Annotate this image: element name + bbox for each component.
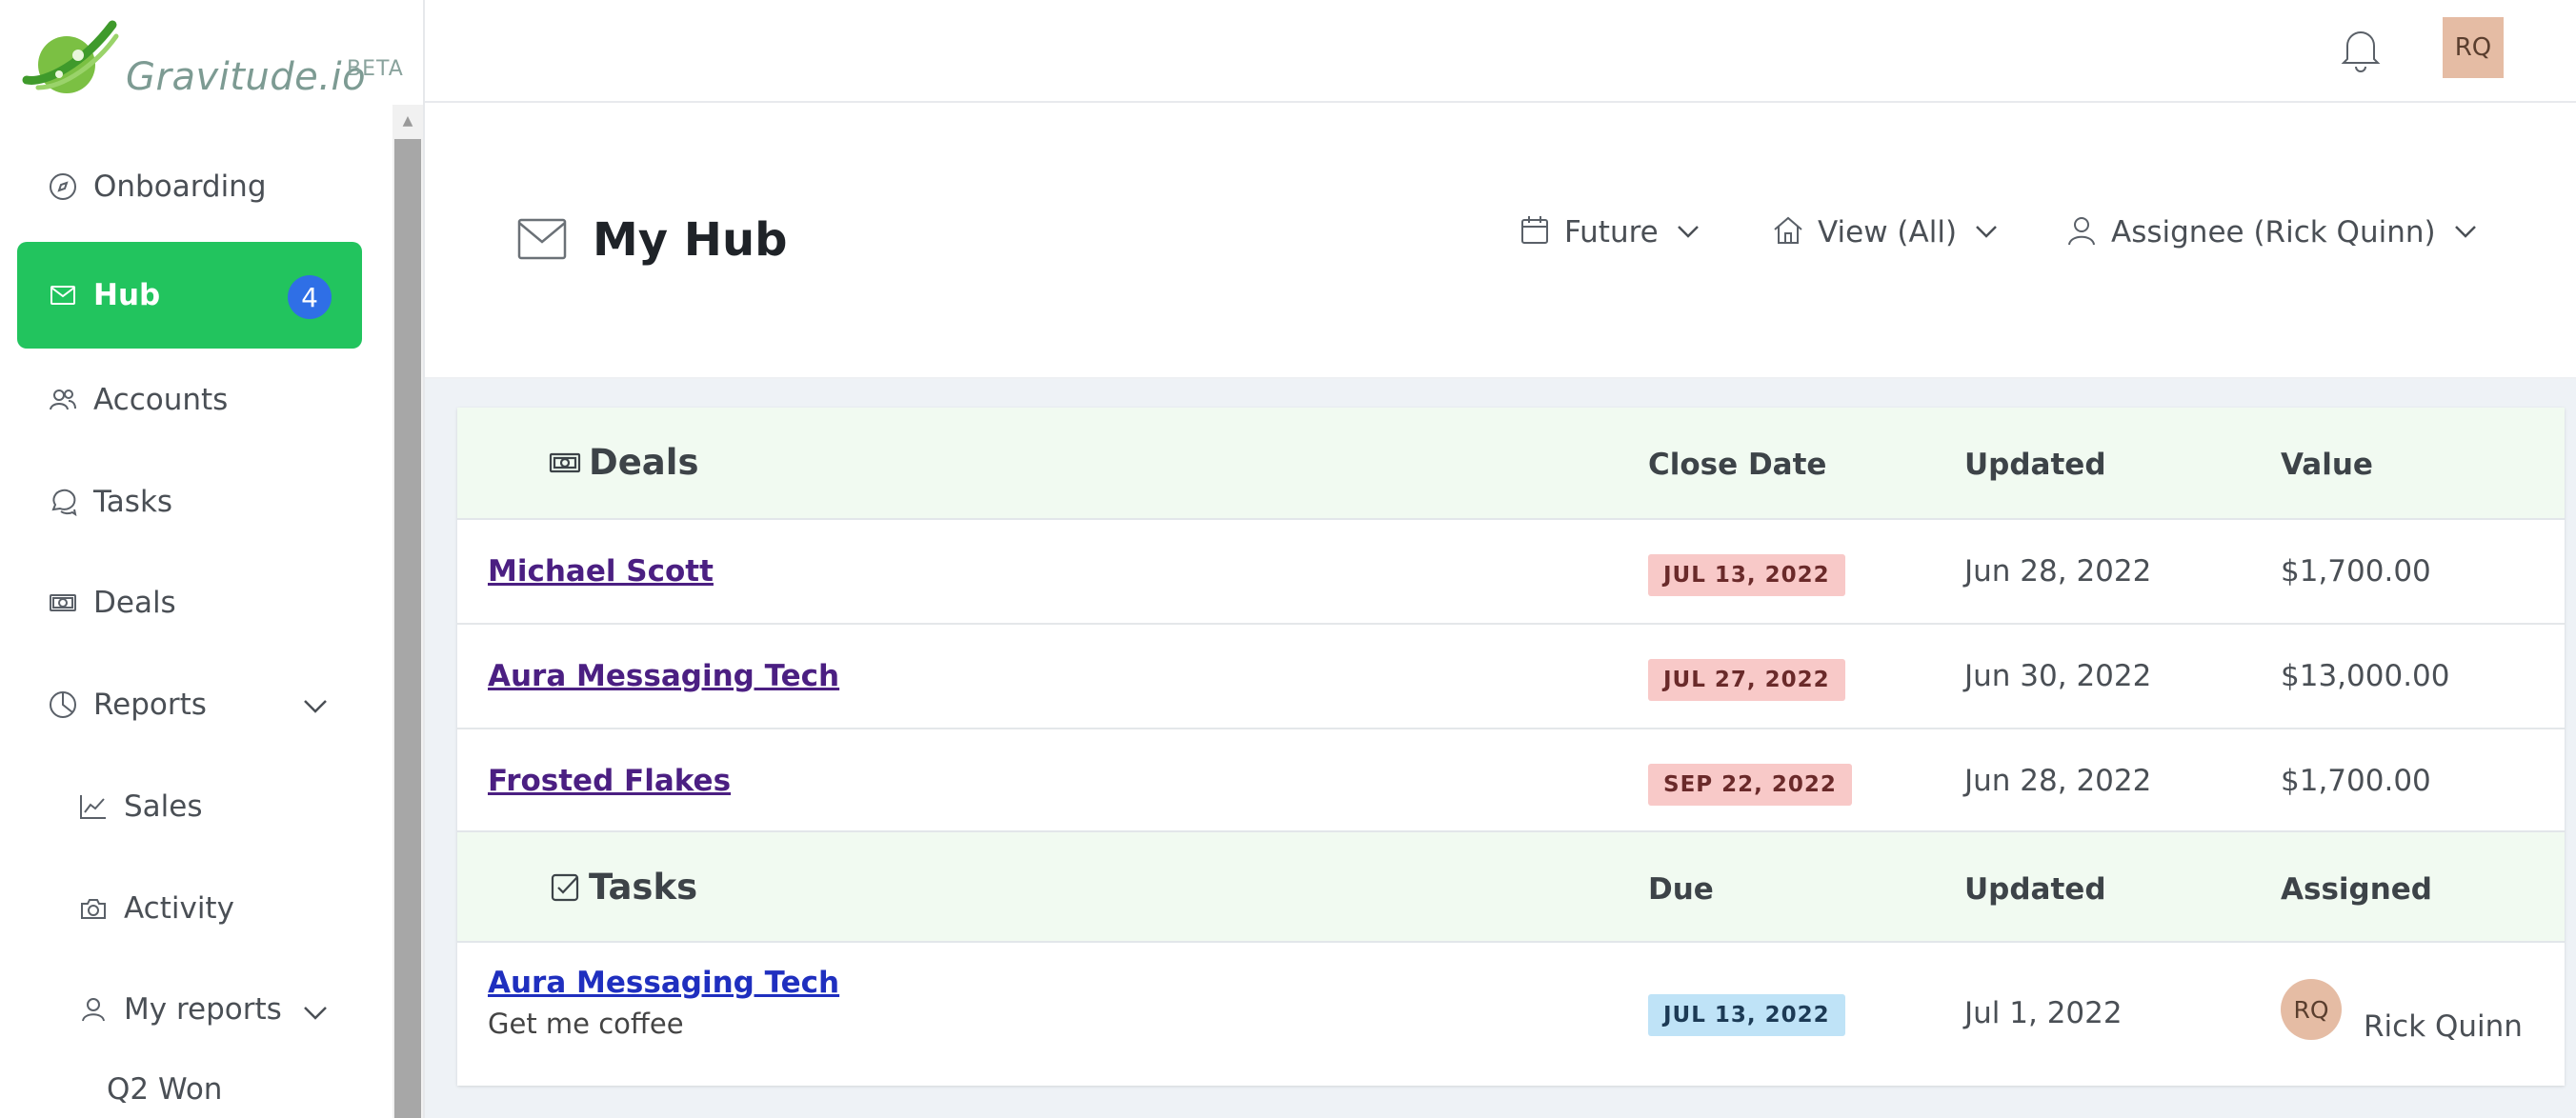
close-date-badge: SEP 22, 2022: [1648, 764, 1852, 806]
deal-value: $1,700.00: [2281, 554, 2431, 589]
table-row: Aura Messaging Tech Get me coffee JUL 13…: [457, 943, 2565, 1086]
due-date-badge: JUL 13, 2022: [1648, 994, 1845, 1036]
tasks-section-header: Tasks Due Updated Assigned: [457, 830, 2565, 943]
view-filter-dropdown[interactable]: View (All): [1772, 206, 2001, 259]
chat-icon: [46, 485, 80, 519]
deals-section-header: Deals Close Date Updated Value: [457, 408, 2565, 520]
deal-link[interactable]: Frosted Flakes: [488, 764, 731, 798]
close-date-badge: JUL 27, 2022: [1648, 659, 1845, 701]
hub-card: Deals Close Date Updated Value Michael S…: [457, 408, 2565, 1086]
hub-count-badge: 4: [288, 275, 332, 319]
deal-value: $1,700.00: [2281, 764, 2431, 798]
updated-date: Jun 30, 2022: [1964, 659, 2152, 693]
tasks-section-title: Tasks: [549, 867, 697, 908]
home-icon: [1772, 210, 1818, 254]
sidebar-item-label: Activity: [124, 891, 234, 926]
updated-date: Jul 1, 2022: [1964, 996, 2123, 1030]
scroll-up-arrow-icon[interactable]: ▲: [392, 105, 423, 137]
chevron-down-icon[interactable]: [299, 689, 332, 722]
deal-link[interactable]: Michael Scott: [488, 554, 714, 589]
table-row: Frosted Flakes SEP 22, 2022 Jun 28, 2022…: [457, 729, 2565, 834]
brand-logo[interactable]: Gravitude.io BETA: [17, 17, 417, 103]
user-icon: [76, 992, 111, 1027]
sidebar: Gravitude.io BETA ▲ Onboarding Hub 4 Acc…: [0, 0, 425, 1118]
sidebar-item-sales[interactable]: Sales: [17, 756, 362, 857]
deal-value: $13,000.00: [2281, 659, 2450, 693]
user-avatar[interactable]: RQ: [2443, 17, 2504, 78]
sidebar-item-label: Tasks: [93, 485, 173, 519]
column-header-close-date[interactable]: Close Date: [1648, 448, 1826, 482]
pie-chart-icon: [46, 688, 80, 722]
sidebar-item-label: Deals: [93, 586, 176, 620]
trend-icon: [76, 789, 111, 824]
page-title: My Hub: [593, 213, 788, 267]
user-icon: [2065, 210, 2111, 254]
envelope-icon: [46, 278, 80, 312]
assignee-name: Rick Quinn: [2364, 1009, 2523, 1044]
main-content: Deals Close Date Updated Value Michael S…: [425, 379, 2576, 1118]
beta-tag: BETA: [347, 57, 404, 81]
table-row: Michael Scott JUL 13, 2022 Jun 28, 2022 …: [457, 520, 2565, 625]
banknote-icon: [46, 586, 80, 620]
sidebar-item-label: My reports: [124, 992, 282, 1027]
sidebar-item-onboarding[interactable]: Onboarding: [17, 131, 362, 242]
sidebar-item-q2-won[interactable]: Q2 Won: [17, 1059, 362, 1118]
sidebar-scrollbar[interactable]: ▲: [392, 105, 423, 1118]
column-header-assigned[interactable]: Assigned: [2281, 872, 2432, 907]
banknote-icon: [549, 452, 581, 472]
time-filter-label: Future: [1564, 215, 1659, 250]
deal-link[interactable]: Aura Messaging Tech: [488, 659, 839, 693]
column-header-updated[interactable]: Updated: [1964, 448, 2106, 482]
compass-icon: [46, 170, 80, 204]
assignee-filter-dropdown[interactable]: Assignee (Rick Quinn): [2065, 206, 2480, 259]
sidebar-item-deals[interactable]: Deals: [17, 552, 362, 653]
time-filter-dropdown[interactable]: Future: [1519, 206, 1702, 259]
sidebar-item-reports[interactable]: Reports: [17, 653, 362, 756]
chevron-down-icon[interactable]: [299, 996, 332, 1028]
sidebar-item-my-reports[interactable]: My reports: [17, 960, 362, 1059]
column-header-updated[interactable]: Updated: [1964, 872, 2106, 907]
envelope-icon: [516, 217, 568, 261]
task-account-link[interactable]: Aura Messaging Tech: [488, 966, 839, 1000]
column-header-value[interactable]: Value: [2281, 448, 2373, 482]
top-bar: RQ: [425, 0, 2576, 103]
chevron-down-icon: [1957, 211, 2001, 253]
close-date-badge: JUL 13, 2022: [1648, 554, 1845, 596]
sidebar-item-label: Sales: [124, 789, 203, 824]
sidebar-item-tasks[interactable]: Tasks: [17, 451, 362, 552]
camera-icon: [76, 891, 111, 926]
page-header: My Hub Future View (All) Assignee (Rick …: [425, 105, 2576, 379]
updated-date: Jun 28, 2022: [1964, 554, 2152, 589]
assignee-avatar: RQ: [2281, 979, 2342, 1040]
assignee-filter-label: Assignee (Rick Quinn): [2111, 215, 2436, 250]
updated-date: Jun 28, 2022: [1964, 764, 2152, 798]
sidebar-item-label: Hub: [93, 278, 161, 312]
sidebar-item-label: Onboarding: [93, 170, 267, 204]
planet-logo-icon: [22, 20, 119, 93]
sidebar-item-label: Accounts: [93, 383, 229, 417]
sidebar-item-activity[interactable]: Activity: [17, 857, 362, 960]
sidebar-item-label: Q2 Won: [107, 1072, 223, 1107]
chevron-down-icon: [2436, 211, 2480, 253]
deals-section-title: Deals: [549, 442, 698, 483]
users-icon: [46, 383, 80, 417]
calendar-icon: [1519, 210, 1564, 254]
sidebar-nav: Onboarding Hub 4 Accounts Tasks Deals Re…: [17, 131, 362, 1118]
sidebar-item-accounts[interactable]: Accounts: [17, 349, 362, 451]
scroll-thumb[interactable]: [394, 139, 421, 1118]
bell-icon[interactable]: [2334, 21, 2387, 74]
view-filter-label: View (All): [1818, 215, 1958, 250]
table-row: Aura Messaging Tech JUL 27, 2022 Jun 30,…: [457, 625, 2565, 729]
sidebar-item-label: Reports: [93, 688, 207, 722]
task-description: Get me coffee: [488, 1008, 684, 1040]
chevron-down-icon: [1659, 211, 1702, 253]
brand-name: Gravitude.io: [126, 55, 367, 99]
column-header-due[interactable]: Due: [1648, 872, 1714, 907]
checkbox-icon: [551, 873, 579, 901]
sidebar-item-hub[interactable]: Hub 4: [17, 242, 362, 349]
